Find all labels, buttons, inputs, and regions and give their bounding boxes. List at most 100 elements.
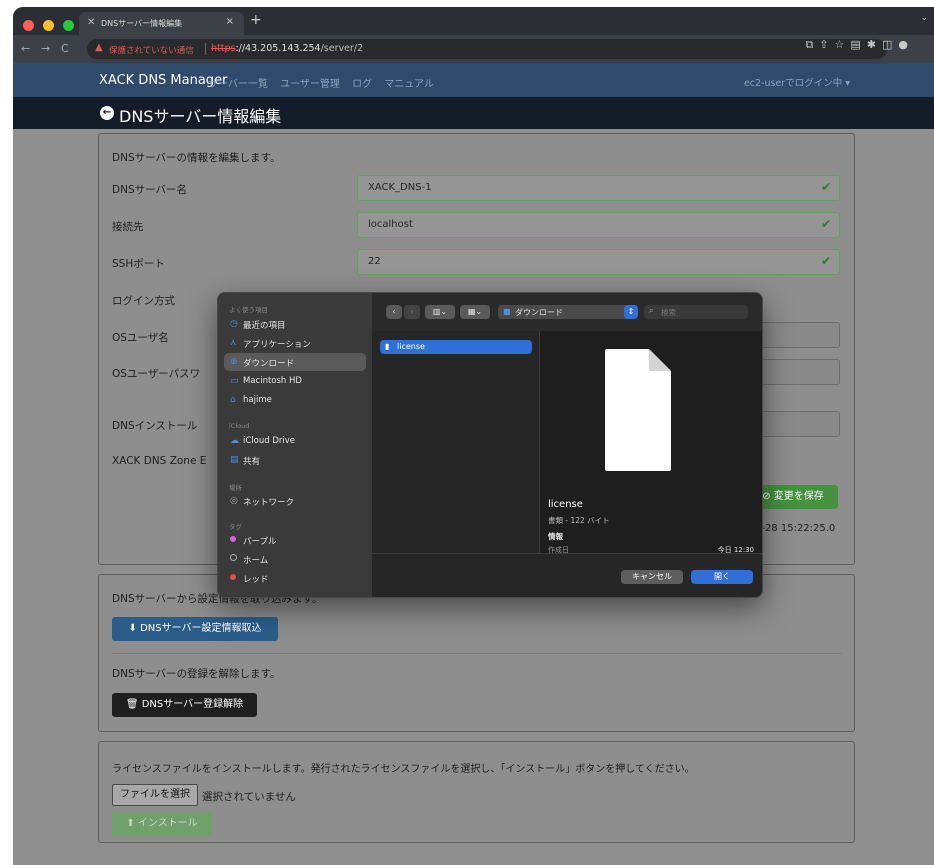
reload-icon[interactable]: C: [61, 42, 69, 55]
file-open-dialog: よく使う項目 ◷ 最近の項目 ⋏ アプリケーション ⊕ ダウンロード ▭ Macinto…: [217, 292, 763, 598]
sidebar-item-home[interactable]: ⌂ hajime: [224, 391, 366, 409]
forward-chevron-icon[interactable]: ›: [404, 305, 420, 319]
forward-arrow-icon[interactable]: →: [41, 42, 50, 55]
url-path: /server/2: [320, 43, 364, 54]
document-preview-icon: [605, 349, 671, 471]
sidebar-item-label: Macintosh HD: [243, 376, 302, 386]
favorites-heading: よく使う項目: [229, 306, 268, 314]
sidebar-item-tag-home[interactable]: ホーム: [224, 550, 366, 568]
os-password-label: OSユーザーパスワ: [112, 368, 201, 380]
back-chevron-icon[interactable]: ‹: [386, 305, 402, 319]
omnibox-separator: [205, 43, 206, 55]
dns-install-label: DNSインストール: [112, 420, 198, 432]
shared-folder-icon: ▤: [230, 455, 239, 465]
host-value: localhost: [368, 219, 413, 230]
preview-file-name: license: [548, 499, 583, 510]
search-icon: ⌕: [649, 306, 654, 315]
page-title-bar: ← DNSサーバー情報編集: [13, 97, 934, 129]
sidebar-item-icloud-drive[interactable]: ☁ iCloud Drive: [224, 432, 366, 450]
omnibox[interactable]: ▲ 保護されていない通信 https://43.205.143.254/serv…: [87, 39, 887, 59]
sidebar-item-label: ダウンロード: [243, 359, 295, 369]
nav-users[interactable]: ユーザー管理: [280, 79, 340, 90]
file-row-license[interactable]: ▮ license: [380, 340, 532, 354]
zoom-window-button[interactable]: [63, 20, 75, 31]
home-icon: ⌂: [230, 395, 236, 405]
back-circle-icon[interactable]: ←: [100, 106, 114, 120]
license-panel: ライセンスファイルをインストールします。発行されたライセンスファイルを選択し、「…: [98, 741, 855, 843]
check-icon: ✔: [820, 180, 831, 194]
favicon-icon: ✕: [87, 17, 96, 28]
sidebar-item-label: ネットワーク: [243, 498, 295, 508]
folder-icon: ■: [503, 307, 511, 316]
import-settings-button[interactable]: ⬇ DNSサーバー設定情報取込: [112, 617, 278, 641]
zone-label: XACK DNS Zone E: [112, 455, 207, 467]
new-tab-icon[interactable]: +: [250, 12, 262, 28]
back-arrow-icon[interactable]: ←: [21, 42, 30, 55]
toolbar-icons[interactable]: ⧉⇧☆▤✱◫●: [805, 38, 914, 52]
dialog-search-field[interactable]: ⌕ 検索: [644, 305, 748, 319]
cancel-button[interactable]: キャンセル: [621, 570, 683, 584]
dialog-footer: キャンセル 開く: [372, 553, 762, 597]
cloud-icon: ☁: [230, 436, 239, 446]
nav-logs[interactable]: ログ: [352, 79, 372, 90]
name-label: DNSサーバー名: [112, 184, 187, 196]
url-host: ://43.205.143.254: [235, 43, 321, 54]
save-icon: ⊘: [762, 491, 774, 502]
open-button[interactable]: 開く: [691, 570, 753, 584]
insecure-label: 保護されていない通信: [109, 46, 194, 56]
upload-icon: ⬆: [126, 818, 138, 829]
save-button-label: 変更を保存: [773, 491, 824, 502]
close-tab-icon[interactable]: ×: [226, 16, 234, 27]
sidebar-item-downloads[interactable]: ⊕ ダウンロード: [224, 353, 366, 371]
dialog-sidebar: よく使う項目 ◷ 最近の項目 ⋏ アプリケーション ⊕ ダウンロード ▭ Macinto…: [218, 293, 372, 597]
sidebar-item-tag-red[interactable]: レッド: [224, 569, 366, 587]
close-window-button[interactable]: [23, 20, 34, 31]
file-list: ▮ license: [372, 331, 539, 553]
tag-dot: [230, 554, 237, 561]
sidebar-item-shared[interactable]: ▤ 共有: [224, 451, 366, 469]
sidebar-item-applications[interactable]: ⋏ アプリケーション: [224, 334, 366, 352]
tab-search-chevron-icon[interactable]: ⌄: [920, 13, 928, 23]
tag-dot: [230, 536, 236, 542]
sidebar-item-label: レッド: [243, 575, 269, 585]
server-name-input[interactable]: XACK_DNS-1 ✔: [357, 175, 840, 201]
sidebar-item-recent[interactable]: ◷ 最近の項目: [224, 315, 366, 333]
host-label: 接続先: [112, 221, 144, 233]
group-view-icon[interactable]: ▦⌄: [460, 305, 490, 319]
minimize-window-button[interactable]: [43, 20, 55, 31]
sidebar-item-tag-purple[interactable]: パープル: [224, 531, 366, 549]
icloud-heading: iCloud: [229, 422, 250, 430]
ssh-port-input[interactable]: 22 ✔: [357, 249, 840, 275]
sidebar-item-label: hajime: [243, 395, 272, 405]
check-icon: ✔: [820, 217, 831, 231]
choose-file-button[interactable]: ファイルを選択: [112, 784, 198, 806]
check-icon: ✔: [820, 254, 831, 268]
tag-dot-icon: [230, 554, 237, 564]
host-input[interactable]: localhost ✔: [357, 212, 840, 238]
no-file-text: 選択されていません: [202, 791, 296, 803]
search-placeholder: 検索: [661, 308, 676, 317]
sidebar-item-macintosh-hd[interactable]: ▭ Macintosh HD: [224, 372, 366, 390]
nav-servers[interactable]: サーバー一覧: [208, 79, 268, 90]
url-scheme: https: [211, 43, 236, 54]
user-menu[interactable]: ec2-userでログイン中 ▾: [744, 75, 850, 89]
tag-dot: [230, 574, 236, 580]
applications-icon: ⋏: [230, 338, 237, 348]
unregister-button[interactable]: 🗑 DNSサーバー登録解除: [112, 693, 257, 717]
warning-icon: ▲: [95, 42, 103, 53]
column-view-icon[interactable]: ▥⌄: [425, 305, 455, 319]
download-icon: ⊕: [230, 357, 238, 367]
browser-tab[interactable]: ✕ DNSサーバー情報編集 ×: [79, 12, 244, 35]
tag-dot-icon: [230, 573, 236, 583]
nav-links: サーバー一覧 ユーザー管理 ログ マニュアル: [208, 75, 443, 90]
sidebar-item-label: 共有: [243, 457, 261, 467]
nav-manual[interactable]: マニュアル: [384, 79, 434, 90]
tab-bar: ✕ DNSサーバー情報編集 × + ⌄: [13, 7, 934, 35]
unregister-button-label: DNSサーバー登録解除: [141, 699, 244, 710]
updown-chevron-icon: ⇕: [624, 305, 638, 319]
tags-heading: タグ: [229, 523, 242, 531]
install-button[interactable]: ⬆ インストール: [112, 812, 212, 836]
sidebar-item-network[interactable]: ◎ ネットワーク: [224, 492, 366, 510]
location-select[interactable]: ■ ダウンロード ⇕: [498, 305, 638, 319]
page-title: DNSサーバー情報編集: [119, 107, 282, 126]
